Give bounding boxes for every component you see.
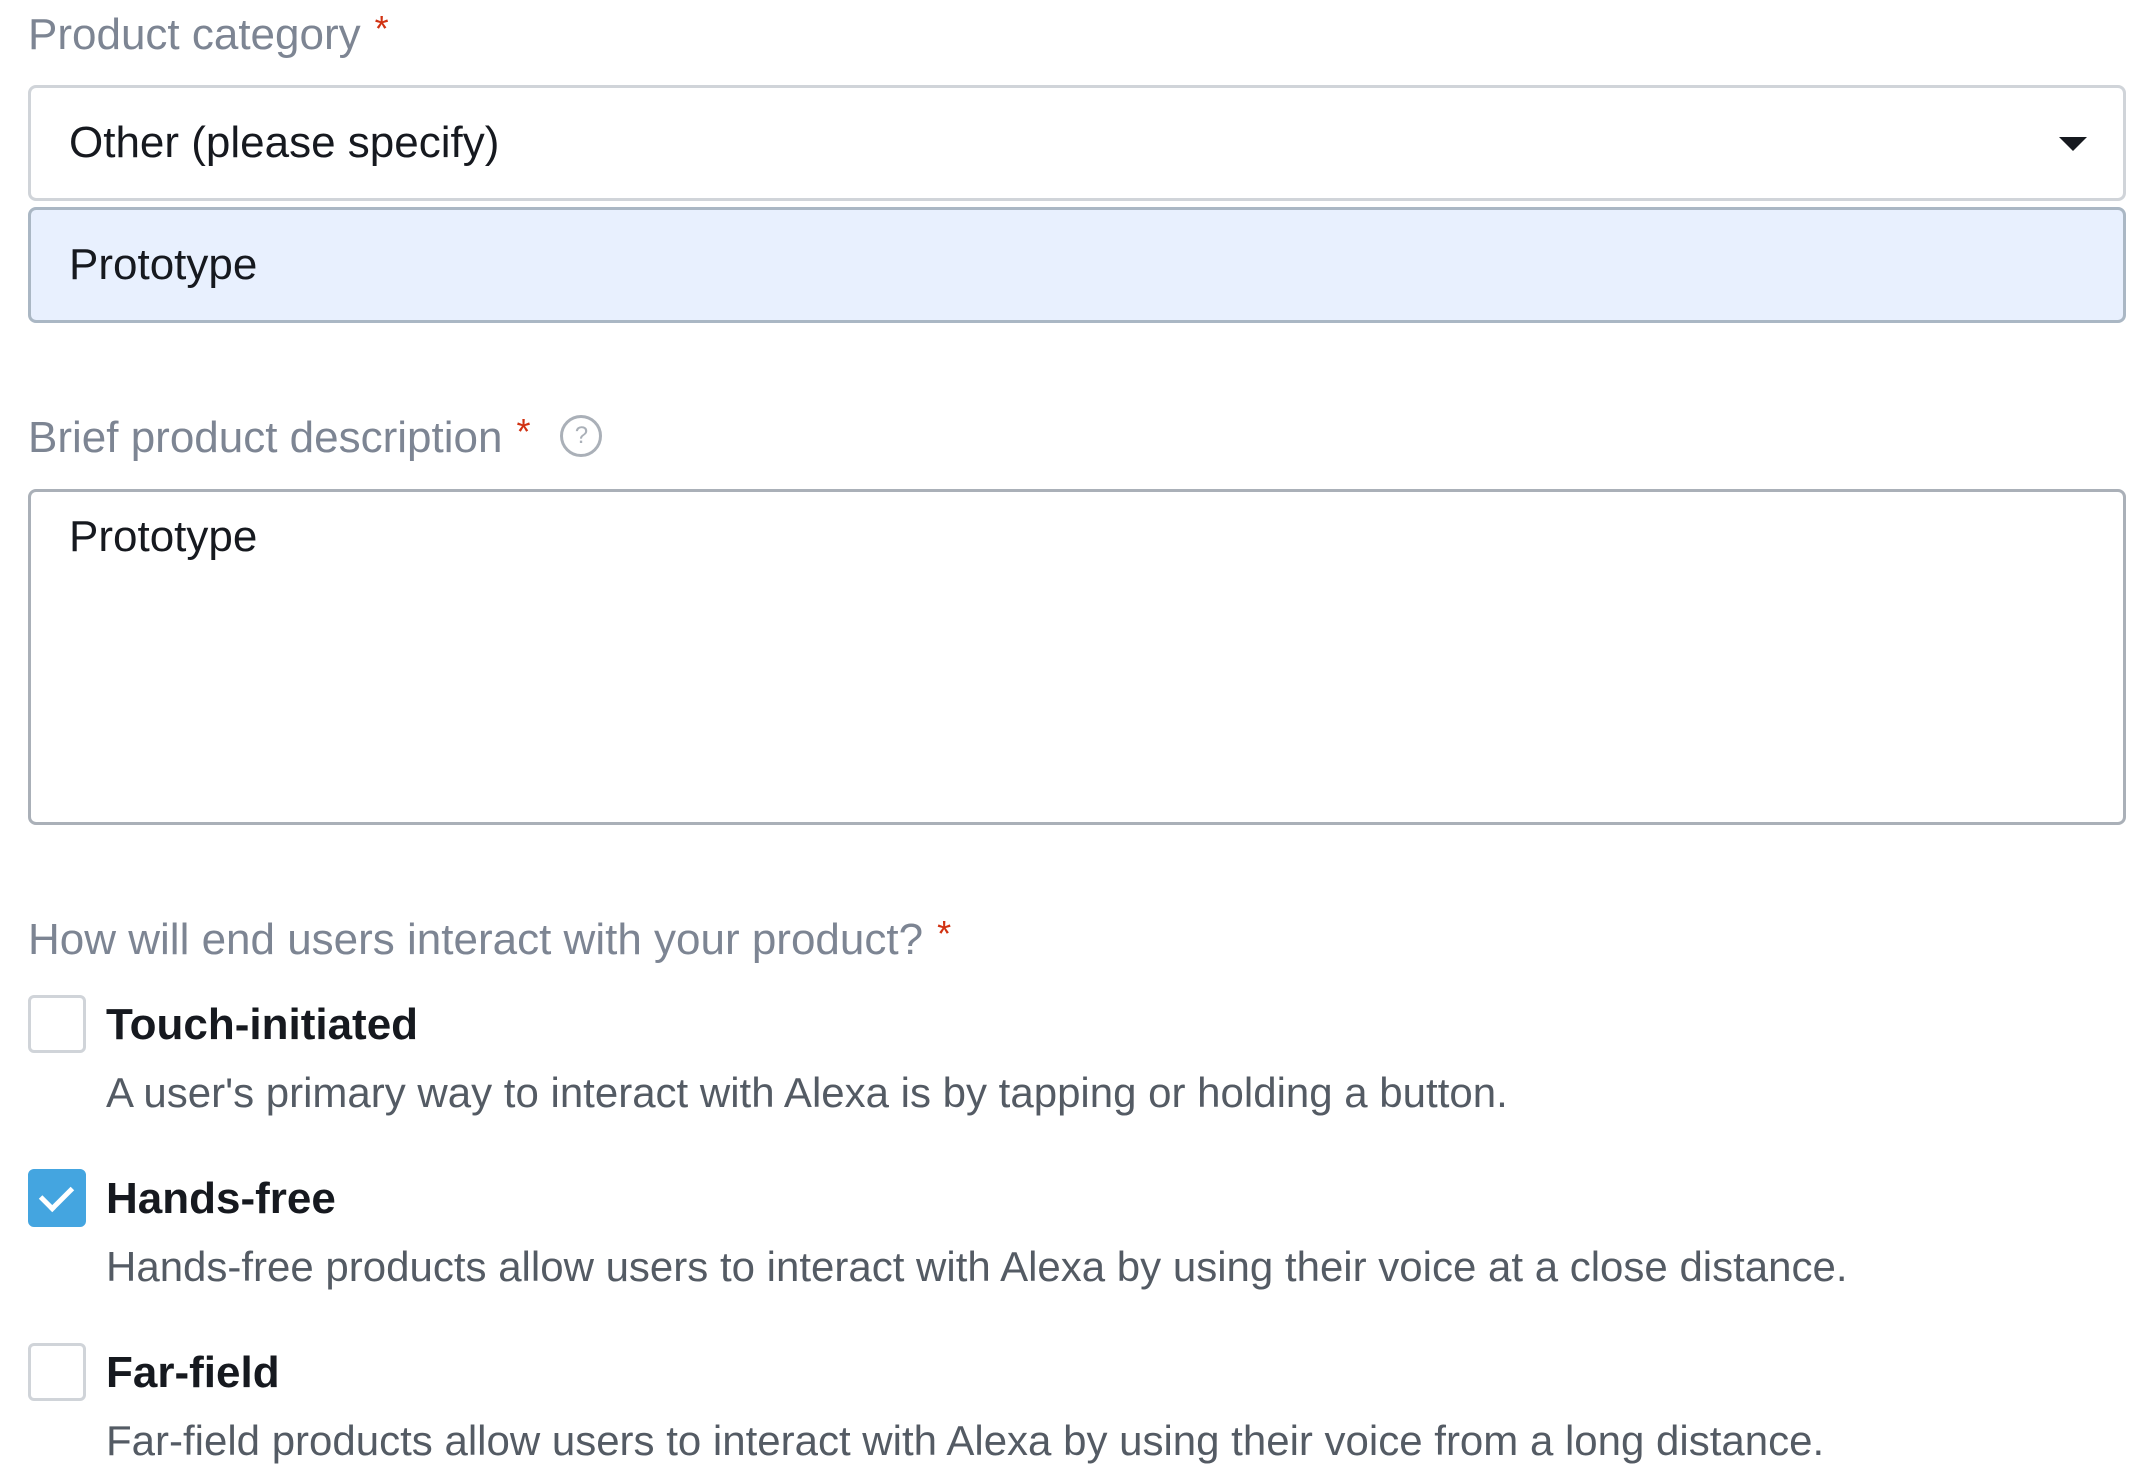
product-description-label-text: Brief product description [28, 413, 503, 462]
option-far-field: Far-field Far-field products allow users… [28, 1333, 2126, 1469]
option-hands-free: Hands-free Hands-free products allow use… [28, 1159, 2126, 1295]
category-specify-value: Prototype [69, 240, 258, 289]
help-circle-icon[interactable]: ? [560, 415, 603, 457]
product-category-selected-value: Other (please specify) [69, 118, 500, 167]
product-category-label-text: Product category [28, 10, 361, 59]
interaction-type-label: How will end users interact with your pr… [28, 905, 2126, 975]
option-title: Hands-free [106, 1174, 336, 1223]
product-description-textarea[interactable]: Prototype [28, 489, 2126, 825]
product-description-value: Prototype [69, 512, 258, 561]
product-category-select[interactable]: Other (please specify) [28, 85, 2126, 201]
interaction-type-label-text: How will end users interact with your pr… [28, 915, 924, 964]
option-description: Far-field products allow users to intera… [106, 1417, 1825, 1464]
required-asterisk: * [937, 913, 952, 954]
option-touch-initiated: Touch-initiated A user's primary way to … [28, 985, 2126, 1121]
required-asterisk: * [374, 8, 389, 49]
required-asterisk: * [516, 411, 531, 452]
interaction-options: Touch-initiated A user's primary way to … [28, 985, 2126, 1469]
product-category-label: Product category * [28, 0, 2126, 70]
product-details-form: Product category * Other (please specify… [28, 0, 2126, 1469]
category-specify-input[interactable]: Prototype [28, 207, 2126, 323]
option-description: A user's primary way to interact with Al… [106, 1069, 1508, 1116]
touch-initiated-checkbox[interactable] [28, 995, 86, 1053]
option-title: Far-field [106, 1348, 280, 1397]
option-title: Touch-initiated [106, 1000, 419, 1049]
caret-down-icon [2059, 137, 2087, 151]
hands-free-checkbox[interactable] [28, 1169, 86, 1227]
option-description: Hands-free products allow users to inter… [106, 1243, 1848, 1290]
far-field-checkbox[interactable] [28, 1343, 86, 1401]
product-description-label: Brief product description * ? [28, 403, 2126, 473]
